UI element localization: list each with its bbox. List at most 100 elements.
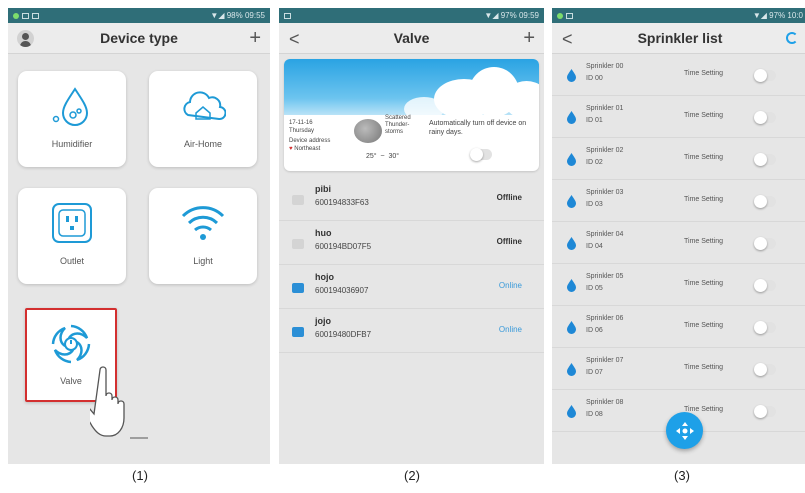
card-air-home[interactable]: Air-Home: [149, 71, 257, 167]
sprinkler-id: ID 02: [586, 159, 603, 166]
signal-icon: ▼◢: [210, 11, 227, 20]
auto-off-text: Automatically turn off device on rainy d…: [429, 120, 527, 136]
status-bar: ▼◢ 97% 09:59: [279, 8, 544, 23]
device-row[interactable]: pibi 600194833F63 Offline: [279, 177, 544, 221]
temp-low: 25°: [366, 153, 377, 160]
sprinkler-row[interactable]: Sprinkler 01 ID 01 Time Setting: [552, 96, 805, 138]
card-outlet[interactable]: Outlet: [18, 188, 126, 284]
sprinkler-id: ID 07: [586, 369, 603, 376]
water-drop-icon: [567, 111, 576, 124]
device-id: 600194BD07F5: [315, 242, 372, 251]
time-setting-link[interactable]: Time Setting: [684, 112, 723, 119]
sprinkler-row[interactable]: Sprinkler 04 ID 04 Time Setting: [552, 222, 805, 264]
card-light[interactable]: Light: [149, 188, 257, 284]
water-drop-icon: [567, 237, 576, 250]
time-setting-link[interactable]: Time Setting: [684, 196, 723, 203]
sprinkler-id: ID 01: [586, 117, 603, 124]
back-icon[interactable]: <: [289, 29, 300, 50]
temperature-range: 25° ~ 30°: [366, 153, 399, 160]
sprinkler-name: Sprinkler 01: [586, 105, 624, 112]
water-drop-icon: [567, 69, 576, 82]
device-name: pibi: [315, 184, 331, 194]
sprinkler-toggle[interactable]: [754, 321, 776, 334]
temp-high: 30°: [388, 153, 400, 160]
sprinkler-name: Sprinkler 07: [586, 357, 624, 364]
sprinkler-toggle[interactable]: [754, 69, 776, 82]
device-name: huo: [315, 228, 332, 238]
device-id: 60019480DFB7: [315, 330, 372, 339]
device-status: Offline: [496, 237, 522, 246]
droplet-icon: [52, 87, 89, 126]
time-setting-link[interactable]: Time Setting: [684, 70, 723, 77]
sprinkler-toggle[interactable]: [754, 363, 776, 376]
back-icon[interactable]: <: [562, 29, 573, 50]
notification-icon: [13, 12, 19, 19]
move-fab-button[interactable]: [666, 412, 703, 449]
sprinkler-toggle[interactable]: [754, 111, 776, 124]
status-time: 10:0: [787, 11, 803, 20]
device-name: jojo: [315, 316, 331, 326]
valve-icon: [51, 324, 91, 364]
cloud-home-icon: [183, 91, 226, 120]
add-icon[interactable]: +: [249, 27, 261, 50]
time-setting-link[interactable]: Time Setting: [684, 238, 723, 245]
sprinkler-name: Sprinkler 04: [586, 231, 624, 238]
time-setting-link[interactable]: Time Setting: [684, 322, 723, 329]
page-title: Sprinkler list: [637, 30, 723, 46]
sprinkler-row[interactable]: Sprinkler 03 ID 03 Time Setting: [552, 180, 805, 222]
sprinkler-toggle[interactable]: [754, 237, 776, 250]
sprinkler-name: Sprinkler 05: [586, 273, 624, 280]
date-text: 17-11-16: [289, 120, 313, 126]
gallery-icon: [32, 12, 39, 19]
sprinkler-toggle[interactable]: [754, 279, 776, 292]
device-status: Online: [498, 325, 522, 334]
card-label: Light: [193, 256, 213, 266]
battery-level: 97%: [500, 11, 517, 20]
caption-3: (3): [674, 468, 690, 483]
sprinkler-row[interactable]: Sprinkler 05 ID 05 Time Setting: [552, 264, 805, 306]
add-icon[interactable]: +: [523, 27, 535, 50]
sky-image: [284, 59, 539, 115]
device-id: 600194036907: [315, 286, 369, 295]
time-setting-link[interactable]: Time Setting: [684, 364, 723, 371]
water-drop-icon: [567, 321, 576, 334]
profile-icon[interactable]: [17, 30, 34, 47]
device-status: Online: [498, 281, 522, 290]
device-icon: [292, 283, 304, 293]
time-setting-link[interactable]: Time Setting: [684, 280, 723, 287]
time-setting-link[interactable]: Time Setting: [684, 154, 723, 161]
image-icon: [284, 12, 291, 19]
card-humidifier[interactable]: Humidifier: [18, 71, 126, 167]
device-row[interactable]: hojo 600194036907 Online: [279, 265, 544, 309]
sprinkler-row[interactable]: Sprinkler 06 ID 06 Time Setting: [552, 306, 805, 348]
sprinkler-toggle[interactable]: [754, 195, 776, 208]
signal-icon: ▼◢: [752, 11, 770, 20]
device-icon: [292, 327, 304, 337]
location-text: Northeast: [294, 146, 321, 152]
device-id: 600194833F63: [315, 198, 369, 207]
device-icon: [292, 239, 304, 249]
weather-banner: 17-11-16 Thursday Device address ♥ North…: [284, 59, 539, 171]
top-bar: < Sprinkler list: [552, 23, 805, 54]
auto-off-toggle[interactable]: [470, 148, 492, 161]
day-text: Thursday: [289, 128, 315, 134]
weather-text: Scattered Thunder-storms: [385, 115, 411, 135]
water-drop-icon: [567, 153, 576, 166]
top-bar: Device type +: [8, 23, 270, 54]
sprinkler-name: Sprinkler 08: [586, 399, 624, 406]
sprinkler-row[interactable]: Sprinkler 02 ID 02 Time Setting: [552, 138, 805, 180]
sprinkler-toggle[interactable]: [754, 405, 776, 418]
image-icon: [22, 12, 29, 19]
device-name: hojo: [315, 272, 334, 282]
caption-2: (2): [404, 468, 420, 483]
refresh-icon[interactable]: [786, 32, 798, 44]
sprinkler-row[interactable]: Sprinkler 00 ID 00 Time Setting: [552, 54, 805, 96]
tapping-hand-icon: [90, 366, 148, 439]
water-drop-icon: [567, 279, 576, 292]
sprinkler-row[interactable]: Sprinkler 07 ID 07 Time Setting: [552, 348, 805, 390]
valve-screen: ▼◢ 97% 09:59 < Valve + 17-11-16 Thursday…: [279, 8, 544, 464]
device-row[interactable]: jojo 60019480DFB7 Online: [279, 309, 544, 353]
sprinkler-toggle[interactable]: [754, 153, 776, 166]
device-row[interactable]: huo 600194BD07F5 Offline: [279, 221, 544, 265]
outlet-icon: [52, 203, 92, 243]
